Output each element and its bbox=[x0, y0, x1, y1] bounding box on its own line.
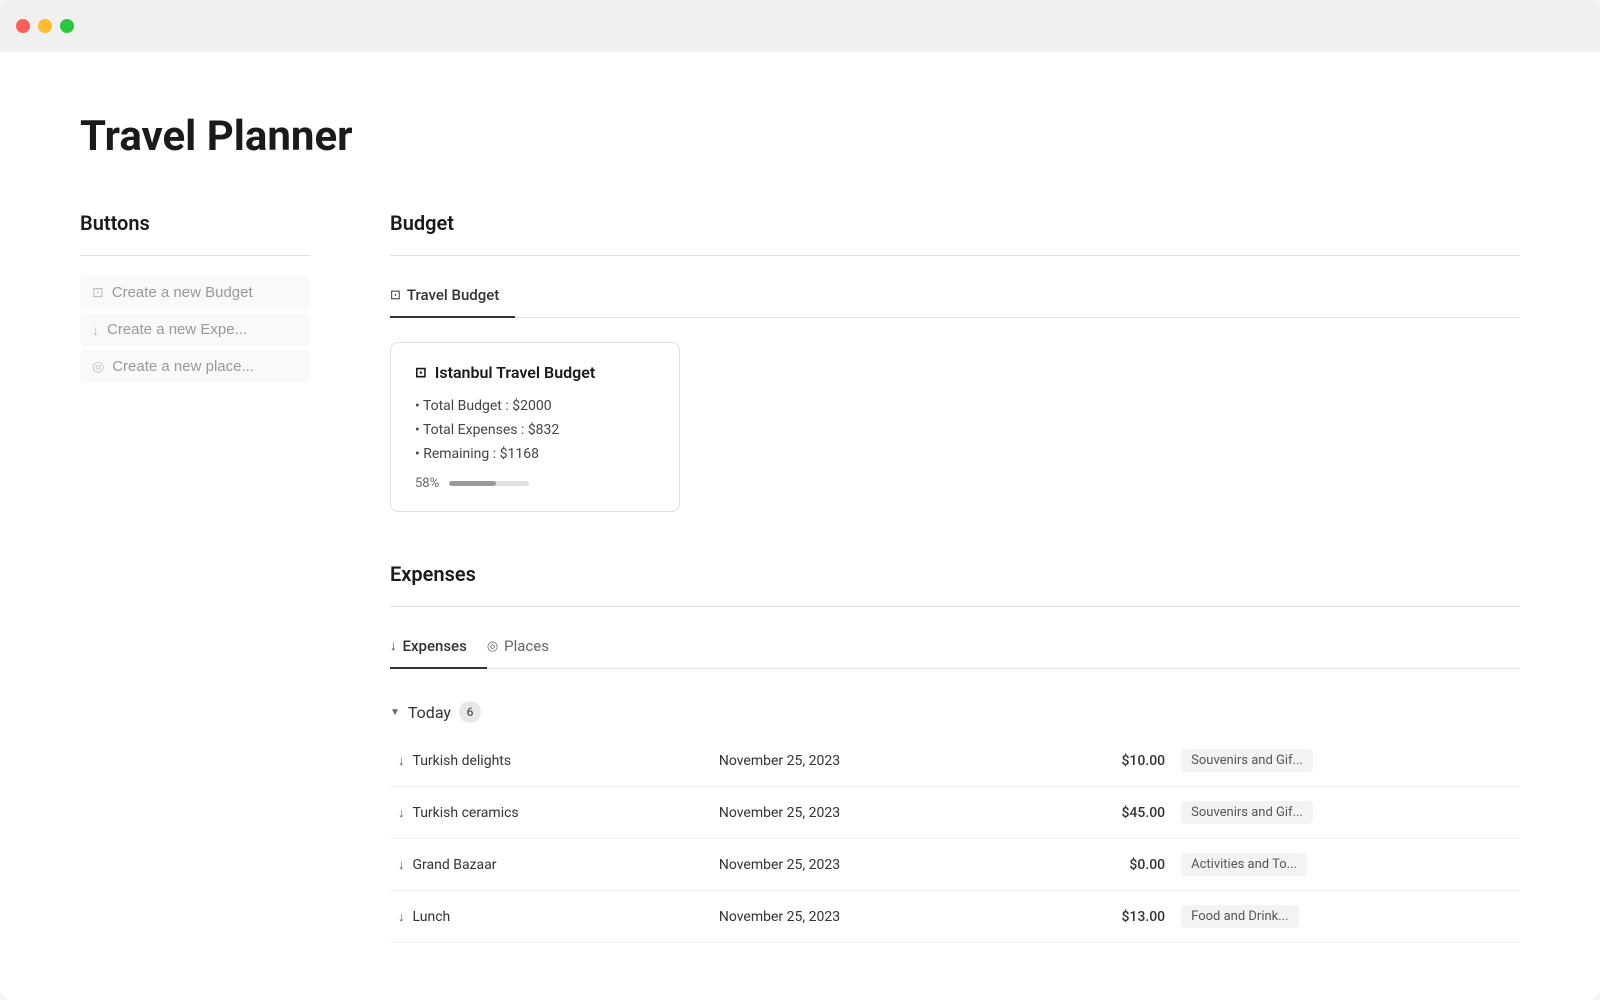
main-content: Travel Planner Buttons ⊡ Create a new Bu… bbox=[0, 52, 1600, 1000]
budget-info: • Total Budget : $2000 • Total Expenses … bbox=[415, 398, 655, 462]
expense-arrow-icon: ↓ bbox=[398, 805, 405, 821]
expense-arrow-icon: ↓ bbox=[398, 909, 405, 925]
expenses-section: Expenses ↓ Expenses ◎ Places bbox=[390, 562, 1520, 943]
maximize-button[interactable] bbox=[60, 19, 74, 33]
expense-category-badge: Souvenirs and Gif... bbox=[1181, 801, 1313, 824]
table-row[interactable]: ↓ Lunch November 25, 2023 $13.00 Food an… bbox=[390, 891, 1520, 943]
buttons-divider bbox=[80, 255, 310, 256]
left-panel: Buttons ⊡ Create a new Budget ↓ Create a… bbox=[80, 211, 310, 973]
progress-bar-container bbox=[449, 481, 529, 486]
budget-card: ⊡ Istanbul Travel Budget • Total Budget … bbox=[390, 342, 680, 512]
minimize-button[interactable] bbox=[38, 19, 52, 33]
places-tab-icon: ◎ bbox=[487, 639, 498, 654]
travel-budget-tab-icon: ⊡ bbox=[390, 288, 401, 303]
table-row[interactable]: ↓ Turkish ceramics November 25, 2023 $45… bbox=[390, 787, 1520, 839]
expense-category-badge: Food and Drink... bbox=[1181, 905, 1298, 928]
app-window: Travel Planner Buttons ⊡ Create a new Bu… bbox=[0, 0, 1600, 1000]
button-list: ⊡ Create a new Budget ↓ Create a new Exp… bbox=[80, 276, 310, 383]
total-budget-row: • Total Budget : $2000 bbox=[415, 398, 655, 414]
close-button[interactable] bbox=[16, 19, 30, 33]
titlebar bbox=[0, 0, 1600, 52]
table-row[interactable]: ↓ Grand Bazaar November 25, 2023 $0.00 A… bbox=[390, 839, 1520, 891]
create-expense-button[interactable]: ↓ Create a new Expe... bbox=[80, 313, 310, 346]
today-chevron-icon: ▼ bbox=[390, 707, 400, 718]
expense-arrow-icon: ↓ bbox=[398, 857, 405, 873]
budget-card-title: ⊡ Istanbul Travel Budget bbox=[415, 363, 655, 382]
today-count-badge: 6 bbox=[459, 701, 481, 723]
buttons-heading: Buttons bbox=[80, 211, 310, 235]
expense-category-badge: Souvenirs and Gif... bbox=[1181, 749, 1313, 772]
expense-category-badge: Activities and To... bbox=[1181, 853, 1307, 876]
budget-icon: ⊡ bbox=[92, 284, 104, 301]
remaining-row: • Remaining : $1168 bbox=[415, 446, 655, 462]
right-panel: Budget ⊡ Travel Budget ⊡ Istanbul Travel… bbox=[390, 211, 1520, 973]
tab-expenses[interactable]: ↓ Expenses bbox=[390, 627, 487, 669]
today-group: ▼ Today 6 ↓ Turkish delights bbox=[390, 689, 1520, 943]
expense-icon: ↓ bbox=[92, 322, 99, 338]
create-budget-button[interactable]: ⊡ Create a new Budget bbox=[80, 276, 310, 309]
page-title: Travel Planner bbox=[80, 112, 1520, 161]
create-place-button[interactable]: ◎ Create a new place... bbox=[80, 350, 310, 383]
progress-row: 58% bbox=[415, 476, 655, 491]
total-expenses-row: • Total Expenses : $832 bbox=[415, 422, 655, 438]
tab-travel-budget[interactable]: ⊡ Travel Budget bbox=[390, 276, 515, 318]
budget-card-icon: ⊡ bbox=[415, 365, 427, 381]
budget-section: Budget ⊡ Travel Budget ⊡ Istanbul Travel… bbox=[390, 211, 1520, 512]
progress-label: 58% bbox=[415, 476, 439, 491]
expenses-tab-icon: ↓ bbox=[390, 638, 397, 654]
progress-bar-fill bbox=[449, 481, 495, 486]
tab-places[interactable]: ◎ Places bbox=[487, 627, 569, 669]
main-layout: Buttons ⊡ Create a new Budget ↓ Create a… bbox=[80, 211, 1520, 973]
place-icon: ◎ bbox=[92, 358, 104, 375]
expenses-heading: Expenses bbox=[390, 562, 1520, 586]
traffic-lights bbox=[16, 19, 74, 33]
expenses-tab-bar: ↓ Expenses ◎ Places bbox=[390, 627, 1520, 669]
table-row[interactable]: ↓ Turkish delights November 25, 2023 $10… bbox=[390, 735, 1520, 787]
expense-arrow-icon: ↓ bbox=[398, 753, 405, 769]
budget-divider bbox=[390, 255, 1520, 256]
budget-tab-bar: ⊡ Travel Budget bbox=[390, 276, 1520, 318]
expense-table: ↓ Turkish delights November 25, 2023 $10… bbox=[390, 735, 1520, 943]
today-header[interactable]: ▼ Today 6 bbox=[390, 689, 1520, 735]
budget-heading: Budget bbox=[390, 211, 1520, 235]
expenses-divider bbox=[390, 606, 1520, 607]
